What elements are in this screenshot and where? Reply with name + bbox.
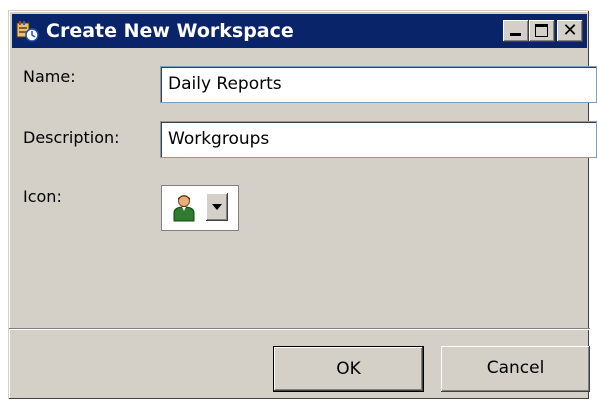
ok-button[interactable]: OK	[273, 346, 424, 392]
separator	[9, 328, 590, 330]
cancel-button[interactable]: Cancel	[441, 346, 590, 392]
close-button[interactable]: ✕	[557, 20, 583, 42]
maximize-button[interactable]	[529, 20, 555, 42]
description-field[interactable]: Workgroups	[160, 121, 597, 158]
minimize-button[interactable]	[503, 20, 529, 42]
person-icon	[173, 194, 195, 222]
create-workspace-dialog: Create New Workspace ✕ Name: Daily Repor…	[8, 10, 597, 399]
window-title: Create New Workspace	[46, 20, 294, 42]
workspace-icon	[16, 20, 40, 42]
icon-picker[interactable]	[161, 185, 239, 231]
chevron-down-icon	[212, 204, 222, 210]
maximize-icon	[535, 24, 548, 37]
description-label: Description:	[23, 128, 120, 147]
close-icon: ✕	[562, 20, 578, 41]
icon-dropdown-button[interactable]	[206, 193, 228, 221]
name-field[interactable]: Daily Reports	[160, 66, 597, 103]
title-bar[interactable]: Create New Workspace ✕	[12, 14, 587, 48]
icon-label: Icon:	[23, 187, 62, 206]
name-label: Name:	[23, 67, 76, 86]
minimize-icon	[510, 33, 521, 36]
